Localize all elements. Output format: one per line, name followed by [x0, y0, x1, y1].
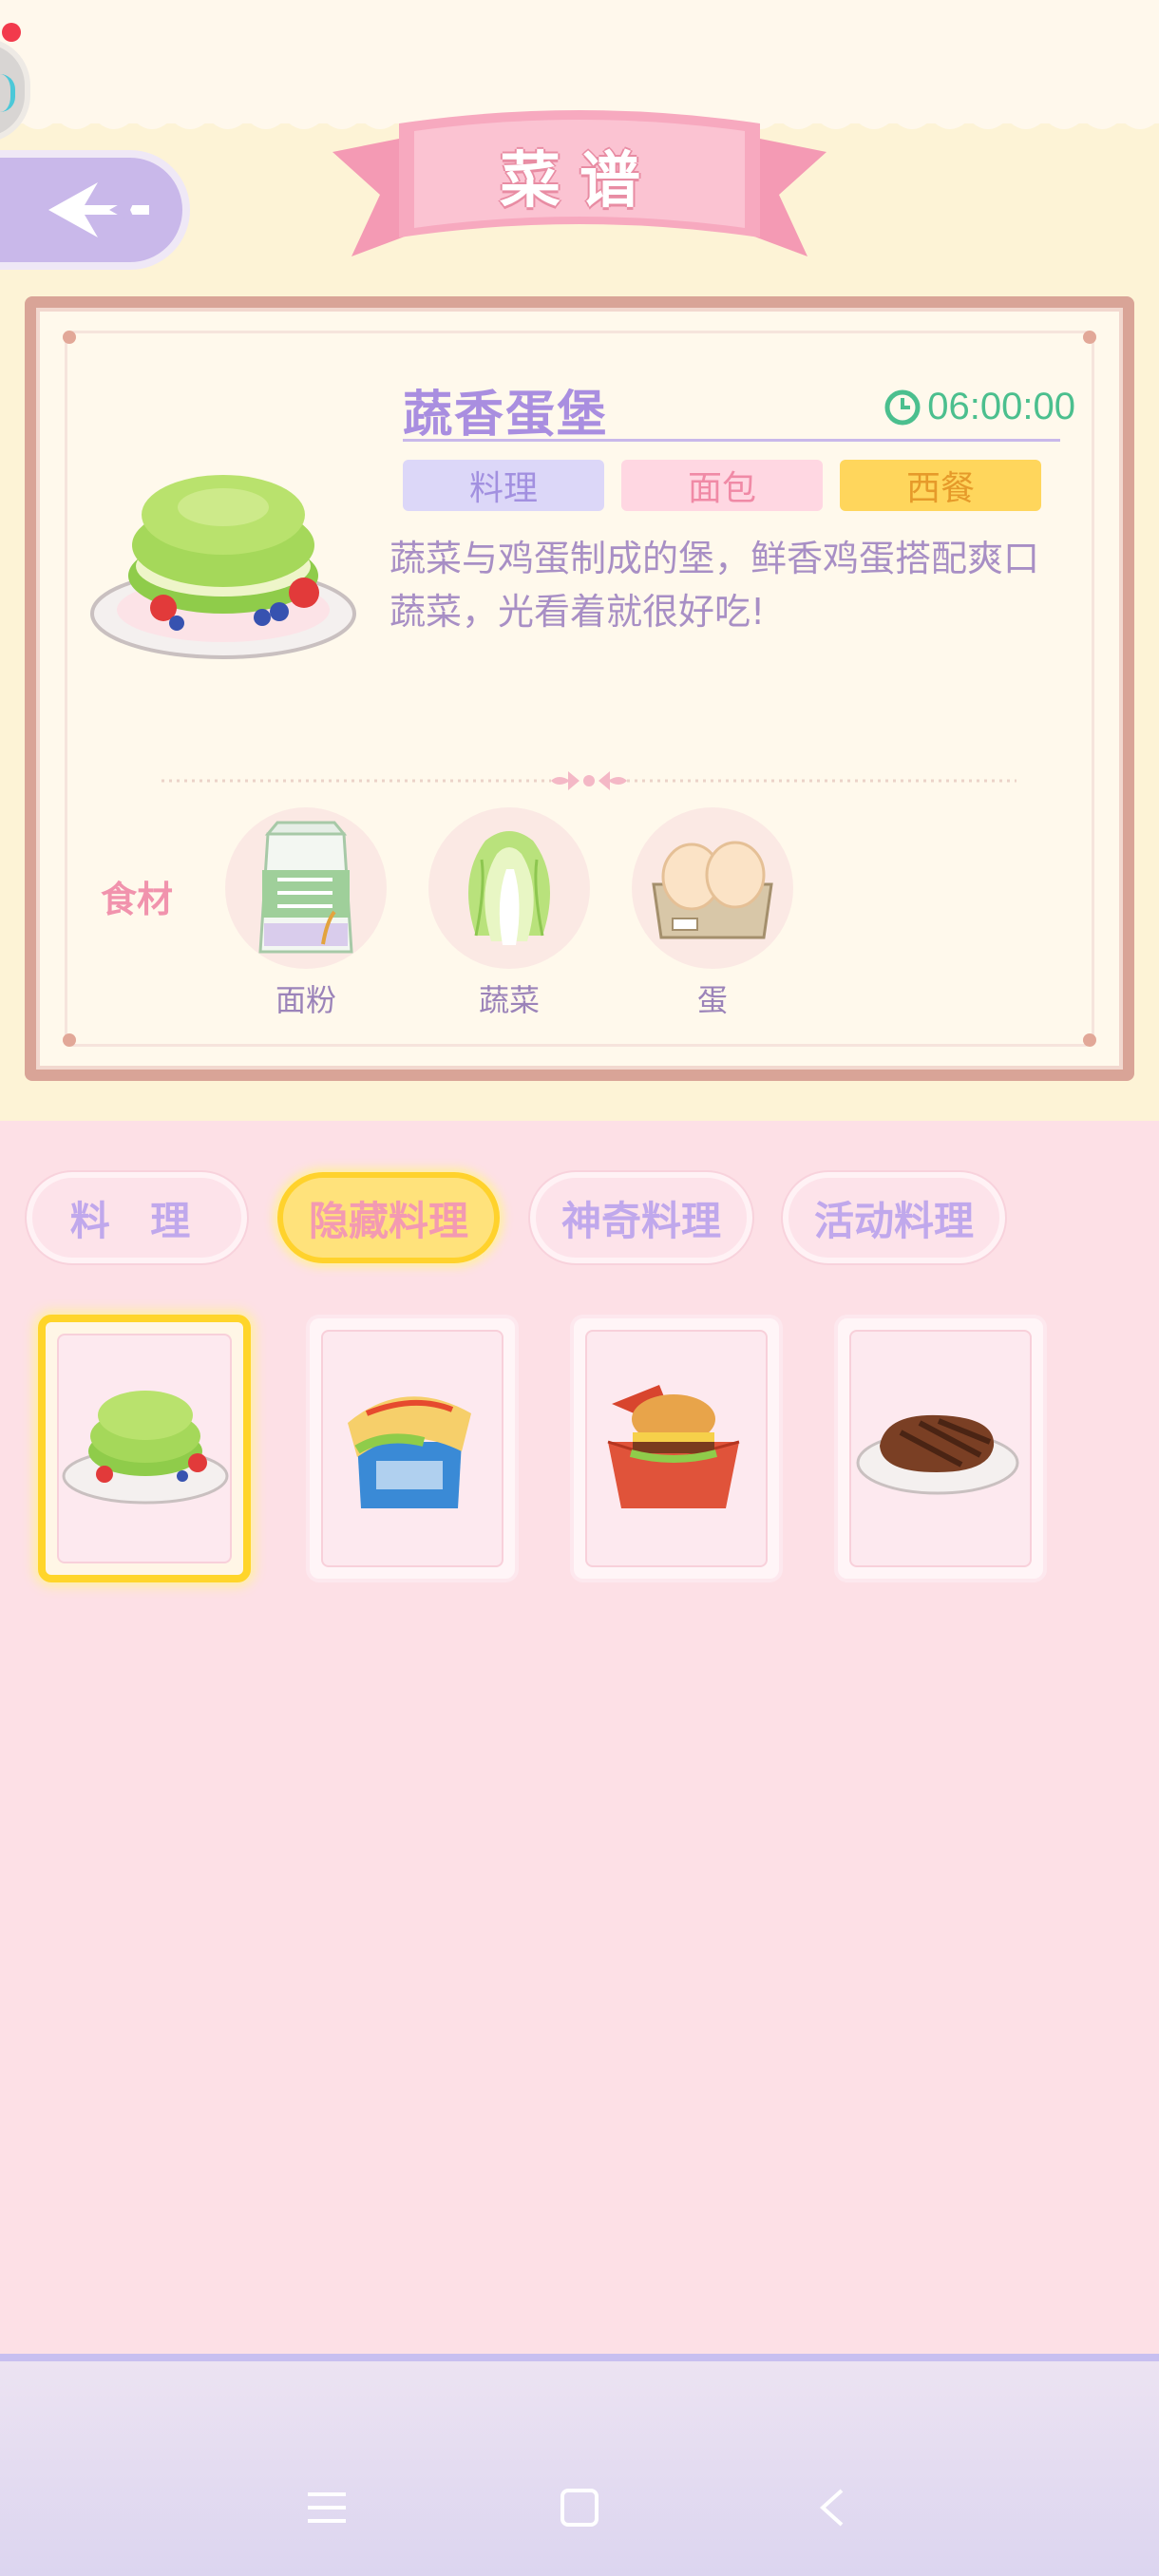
tab-cuisine[interactable]: 料 理: [27, 1172, 247, 1263]
steak-plate-icon: [856, 1414, 1019, 1495]
ingredient-name: 面粉: [275, 982, 336, 1018]
ingredient-egg[interactable]: 蛋: [629, 807, 796, 1020]
ingredient-flour[interactable]: 面粉: [222, 807, 390, 1020]
veggie-egg-burger-icon: [62, 1391, 229, 1505]
dish-name: 蔬香蛋堡: [403, 387, 609, 444]
menu-icon: [308, 2492, 346, 2523]
ingredient-vegetable[interactable]: 蔬菜: [426, 807, 593, 1020]
flour-bag-icon: [258, 821, 353, 954]
recipe-card-veggie-egg-burger[interactable]: [38, 1315, 251, 1582]
cook-timer: 06:00:00: [884, 386, 1075, 428]
burger-box-icon: [607, 1385, 740, 1508]
back-nav-button[interactable]: [804, 2479, 861, 2536]
tag-cuisine: 料理: [403, 460, 604, 511]
back-arrow-icon: [48, 182, 149, 237]
timer-value: 06:00:00: [927, 386, 1075, 427]
menu-button[interactable]: [298, 2479, 355, 2536]
chevron-left-icon: [820, 2489, 844, 2527]
tag-bread: 面包: [621, 460, 823, 511]
back-button[interactable]: [0, 150, 190, 270]
recipe-card-burger-box[interactable]: [570, 1315, 783, 1582]
cabbage-icon: [468, 831, 550, 945]
page-title: 菜谱: [500, 146, 659, 217]
egg-carton-icon: [652, 841, 773, 939]
recipe-detail-card: 蔬香蛋堡 06:00:00 料理 面包 西餐 蔬菜与鸡蛋制成的堡，鲜香鸡蛋搭配爽…: [25, 296, 1134, 1081]
dish-description: 蔬菜与鸡蛋制成的堡，鲜香鸡蛋搭配爽口蔬菜，光看着就很好吃!: [390, 538, 1040, 633]
home-square-icon: [560, 2489, 598, 2527]
recipe-card-steak[interactable]: [834, 1315, 1047, 1582]
title-underline: [403, 439, 1060, 442]
tab-magic-cuisine[interactable]: 神奇料理: [530, 1172, 752, 1263]
ingredient-name: 蔬菜: [478, 982, 540, 1018]
omelette-sandwich-box-icon: [348, 1396, 471, 1508]
lace-border-mid: [0, 1121, 1159, 1149]
recipe-card-omelette-sandwich[interactable]: [306, 1315, 519, 1582]
title-ribbon: 菜谱: [332, 104, 826, 266]
notification-dot: [2, 23, 21, 42]
home-button[interactable]: [551, 2479, 608, 2536]
clock-icon: [884, 389, 921, 425]
tab-event-cuisine[interactable]: 活动料理: [783, 1172, 1005, 1263]
ingredient-name: 蛋: [696, 982, 728, 1018]
ingredients-label: 食材: [101, 879, 174, 920]
system-nav-bar: [0, 2354, 1159, 2576]
veggie-egg-burger-icon: [90, 475, 356, 659]
tag-western: 西餐: [840, 460, 1041, 511]
tab-hidden-cuisine[interactable]: 隐藏料理: [277, 1172, 500, 1263]
bow-divider: [162, 771, 1016, 790]
